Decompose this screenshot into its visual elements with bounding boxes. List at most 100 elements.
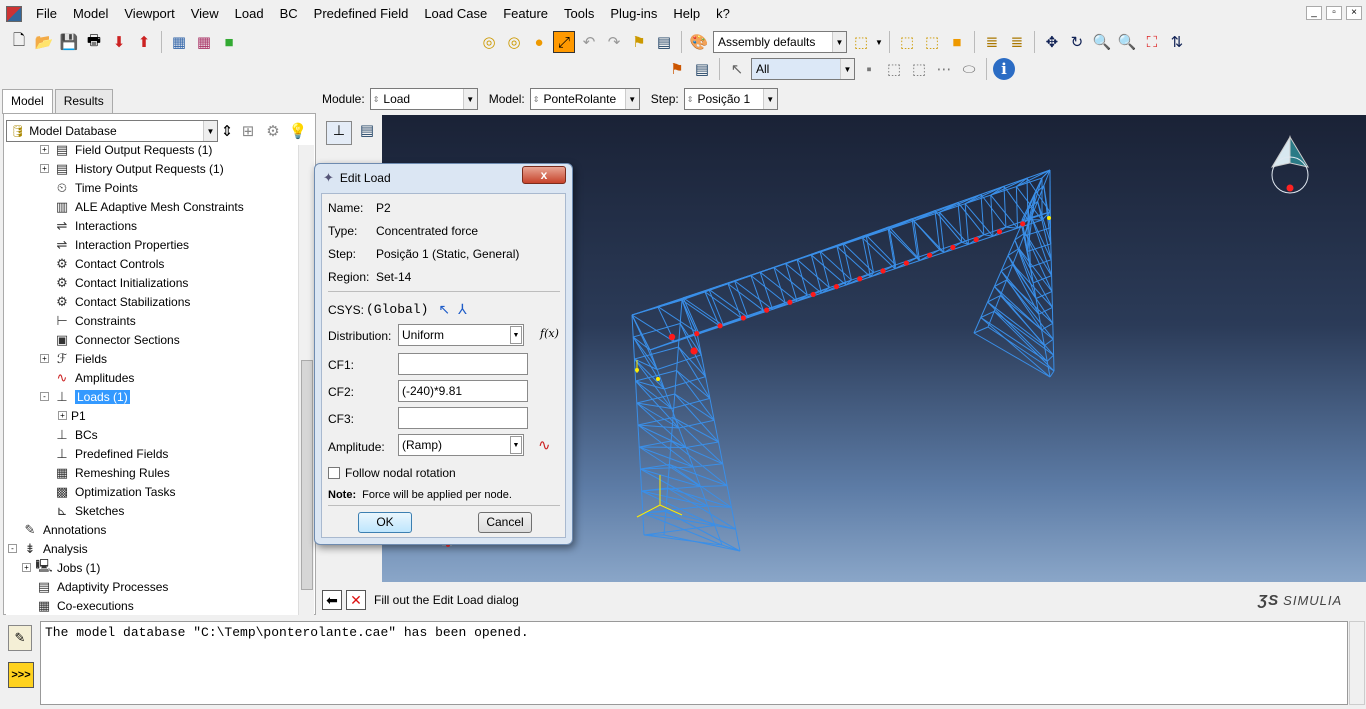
tree-item-history-output-requests-1[interactable]: + ▤ History Output Requests (1) bbox=[40, 159, 224, 178]
cf3-input[interactable] bbox=[398, 407, 528, 429]
follow-rotation-checkbox[interactable] bbox=[328, 467, 340, 479]
message-area[interactable]: The model database "C:\Temp\ponterolante… bbox=[40, 621, 1348, 705]
cancel-button[interactable]: Cancel bbox=[478, 512, 532, 533]
tree-item-adaptivity-processes[interactable]: ▤ Adaptivity Processes bbox=[22, 577, 169, 596]
tree-item-co-executions[interactable]: ▦ Co-executions bbox=[22, 596, 134, 615]
module-select[interactable]: ⇕ Load ▼ bbox=[369, 88, 478, 110]
print-icon[interactable]: 🖶 bbox=[83, 31, 105, 53]
tree-item-field-output-requests-1[interactable]: + ▤ Field Output Requests (1) bbox=[40, 145, 212, 159]
tree-item-annotations[interactable]: ✎ Annotations bbox=[8, 520, 107, 539]
abaqus-app-icon[interactable] bbox=[6, 6, 22, 22]
tree-item-loads-1[interactable]: - ⊥ Loads (1) bbox=[40, 387, 130, 406]
context-help-icon[interactable]: k? bbox=[708, 0, 738, 28]
cf2-input[interactable]: (-240)*9.81 bbox=[398, 380, 528, 402]
filter-tree-icon[interactable]: ⚙ bbox=[262, 120, 284, 142]
tree-item-contact-stabilizations[interactable]: ⚙ Contact Stabilizations bbox=[40, 292, 190, 311]
menu-feature[interactable]: Feature bbox=[495, 0, 556, 28]
ok-button[interactable]: OK bbox=[358, 512, 412, 533]
front-view-icon[interactable]: ⬚ bbox=[921, 31, 943, 53]
auto-fit-icon[interactable]: ⛶ bbox=[1141, 31, 1163, 53]
sort-icon[interactable]: ⇕ bbox=[220, 120, 234, 142]
import-icon[interactable]: ⬇ bbox=[108, 31, 130, 53]
select-box-icon[interactable]: ⬚ bbox=[883, 58, 905, 80]
expand-icon[interactable]: + bbox=[40, 164, 49, 173]
cancel-procedure-icon[interactable]: ✕ bbox=[346, 590, 366, 610]
select-nodes-icon[interactable]: ⋯ bbox=[933, 58, 955, 80]
color-code-icon[interactable]: 🎨 bbox=[688, 31, 710, 53]
menu-load-case[interactable]: Load Case bbox=[416, 0, 495, 28]
render-wireframe-icon[interactable]: ◎ bbox=[478, 31, 500, 53]
tree-item-p1[interactable]: + P1 bbox=[58, 406, 86, 425]
box-zoom-icon[interactable]: 🔍 bbox=[1116, 31, 1138, 53]
menu-tools[interactable]: Tools bbox=[556, 0, 602, 28]
expand-icon[interactable]: + bbox=[58, 411, 67, 420]
pan-icon[interactable]: ✥ bbox=[1041, 31, 1063, 53]
expand-icon[interactable]: + bbox=[40, 145, 49, 154]
tools-icon[interactable]: ⚑ bbox=[628, 31, 650, 53]
restore-icon[interactable]: ▫ bbox=[1326, 6, 1342, 20]
tree-scrollbar[interactable] bbox=[298, 145, 314, 615]
undo-icon[interactable]: ↶ bbox=[578, 31, 600, 53]
expand-icon[interactable]: + bbox=[22, 563, 31, 572]
collapse-icon[interactable]: - bbox=[40, 392, 49, 401]
expand-tree-icon[interactable]: ⊞ bbox=[237, 120, 259, 142]
tree-item-interactions[interactable]: ⇌ Interactions bbox=[40, 216, 138, 235]
tree-item-ale-adaptive-mesh-constraints[interactable]: ▥ ALE Adaptive Mesh Constraints bbox=[40, 197, 244, 216]
model-database-select[interactable]: 🛢 Model Database ▼ bbox=[6, 120, 218, 142]
tree-item-contact-controls[interactable]: ⚙ Contact Controls bbox=[40, 254, 164, 273]
select-entity-icon[interactable]: ▪ bbox=[858, 58, 880, 80]
menu-viewport[interactable]: Viewport bbox=[116, 0, 182, 28]
model-select[interactable]: ⇕ PonteRolante ▼ bbox=[529, 88, 640, 110]
expand-icon[interactable]: + bbox=[40, 354, 49, 363]
tab-model[interactable]: Model bbox=[2, 89, 53, 114]
export-icon[interactable]: ⬆ bbox=[133, 31, 155, 53]
tree-item-fields[interactable]: + ℱ Fields bbox=[40, 349, 107, 368]
ruler-icon[interactable]: ≣ bbox=[981, 31, 1003, 53]
select-polygon-icon[interactable]: ⬭ bbox=[958, 58, 980, 80]
query-icon[interactable]: ⤢ bbox=[553, 31, 575, 53]
menu-model[interactable]: Model bbox=[65, 0, 116, 28]
zoom-icon[interactable]: 🔍 bbox=[1091, 31, 1113, 53]
menu-bc[interactable]: BC bbox=[272, 0, 306, 28]
select-arrow-icon[interactable]: ↖ bbox=[726, 58, 748, 80]
redo-icon[interactable]: ↷ bbox=[603, 31, 625, 53]
part-icon[interactable]: ■ bbox=[218, 31, 240, 53]
menu-file[interactable]: File bbox=[28, 0, 65, 28]
tree-item-remeshing-rules[interactable]: ▦ Remeshing Rules bbox=[40, 463, 170, 482]
minimize-icon[interactable]: _ bbox=[1306, 6, 1322, 20]
menu-plugins[interactable]: Plug-ins bbox=[602, 0, 665, 28]
step-select[interactable]: ⇕ Posição 1 ▼ bbox=[683, 88, 778, 110]
mesh-edit-icon[interactable]: ▦ bbox=[193, 31, 215, 53]
tree-item-optimization-tasks[interactable]: ▩ Optimization Tasks bbox=[40, 482, 176, 501]
tree-item-amplitudes[interactable]: ∿ Amplitudes bbox=[40, 368, 135, 387]
menu-view[interactable]: View bbox=[183, 0, 227, 28]
menu-predefined-field[interactable]: Predefined Field bbox=[306, 0, 417, 28]
selection-filter-select[interactable]: All ▼ bbox=[751, 58, 855, 80]
save-icon[interactable]: 💾 bbox=[58, 31, 80, 53]
tab-results[interactable]: Results bbox=[54, 89, 113, 113]
ladder-icon[interactable]: ≣ bbox=[1006, 31, 1028, 53]
open-icon[interactable]: 📂 bbox=[33, 31, 55, 53]
create-load-icon[interactable]: ⊥ bbox=[326, 121, 352, 145]
tree-item-contact-initializations[interactable]: ⚙ Contact Initializations bbox=[40, 273, 188, 292]
menu-load[interactable]: Load bbox=[227, 0, 272, 28]
close-icon[interactable]: × bbox=[1346, 6, 1362, 20]
create-csys-icon[interactable]: ⅄ bbox=[458, 301, 467, 318]
load-manager-icon[interactable]: ▤ bbox=[354, 121, 380, 145]
select-csys-icon[interactable]: ↖ bbox=[438, 301, 450, 318]
solid-view-icon[interactable]: ■ bbox=[946, 31, 968, 53]
select-region-icon[interactable]: ⬚ bbox=[908, 58, 930, 80]
tree-item-predefined-fields[interactable]: ⊥ Predefined Fields bbox=[40, 444, 168, 463]
cycle-views-icon[interactable]: ⇅ bbox=[1166, 31, 1188, 53]
cf1-input[interactable] bbox=[398, 353, 528, 375]
mesh-view-icon[interactable]: ▦ bbox=[168, 31, 190, 53]
view-compass-icon[interactable] bbox=[1270, 135, 1310, 194]
tree-item-interaction-properties[interactable]: ⇌ Interaction Properties bbox=[40, 235, 190, 254]
message-scrollbar[interactable] bbox=[1349, 621, 1365, 705]
back-arrow-icon[interactable]: ⬅ bbox=[322, 590, 342, 610]
render-shaded-icon[interactable]: ● bbox=[528, 31, 550, 53]
message-area-icon[interactable]: ✎ bbox=[8, 625, 32, 651]
create-amplitude-icon[interactable]: ∿ bbox=[538, 436, 551, 454]
distribution-select[interactable]: Uniform ▼ bbox=[398, 324, 524, 346]
rotate-icon[interactable]: ↻ bbox=[1066, 31, 1088, 53]
